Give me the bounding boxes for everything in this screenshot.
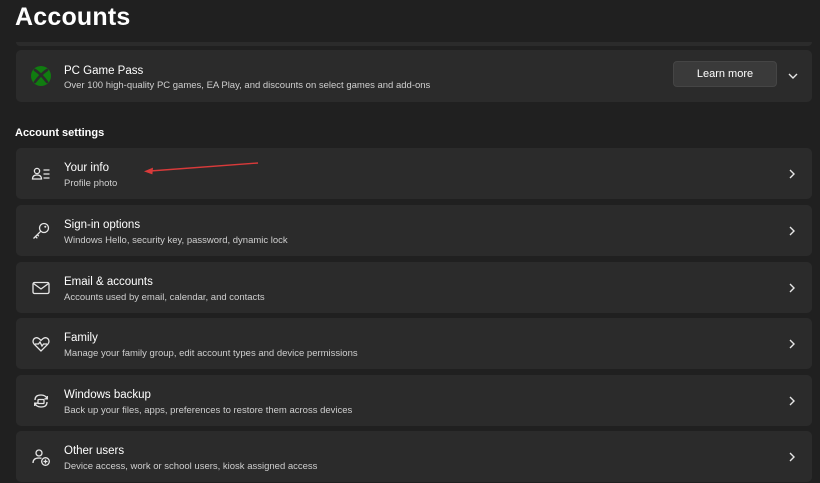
backup-icon (29, 389, 53, 413)
other-users-title: Other users (64, 445, 125, 457)
settings-item-your-info[interactable]: Your info Profile photo (16, 148, 812, 199)
chevron-down-icon[interactable] (787, 70, 799, 82)
chevron-right-icon (786, 451, 798, 463)
page-title: Accounts (15, 3, 131, 31)
email-accounts-title: Email & accounts (64, 276, 153, 288)
person-list-icon (29, 162, 53, 186)
learn-more-button[interactable]: Learn more (673, 61, 777, 87)
section-header-account-settings: Account settings (15, 127, 105, 139)
your-info-title: Your info (64, 162, 109, 174)
add-user-icon (29, 445, 53, 469)
game-pass-card[interactable]: PC Game Pass Over 100 high-quality PC ga… (16, 50, 812, 102)
mail-icon (29, 276, 53, 300)
sign-in-options-subtitle: Windows Hello, security key, password, d… (64, 235, 288, 246)
windows-backup-title: Windows backup (64, 389, 151, 401)
other-users-subtitle: Device access, work or school users, kio… (64, 461, 318, 472)
windows-backup-subtitle: Back up your files, apps, preferences to… (64, 405, 353, 416)
chevron-right-icon (786, 225, 798, 237)
family-subtitle: Manage your family group, edit account t… (64, 348, 358, 359)
game-pass-title: PC Game Pass (64, 65, 144, 77)
sign-in-options-title: Sign-in options (64, 219, 141, 231)
previous-card-edge (16, 42, 812, 46)
family-title: Family (64, 332, 98, 344)
settings-item-windows-backup[interactable]: Windows backup Back up your files, apps,… (16, 375, 812, 426)
chevron-right-icon (786, 168, 798, 180)
settings-item-family[interactable]: Family Manage your family group, edit ac… (16, 318, 812, 369)
key-icon (29, 219, 53, 243)
settings-item-email-accounts[interactable]: Email & accounts Accounts used by email,… (16, 262, 812, 313)
heart-icon (29, 332, 53, 356)
your-info-subtitle: Profile photo (64, 178, 118, 189)
settings-item-other-users[interactable]: Other users Device access, work or schoo… (16, 431, 812, 482)
chevron-right-icon (786, 338, 798, 350)
game-pass-subtitle: Over 100 high-quality PC games, EA Play,… (64, 80, 431, 91)
chevron-right-icon (786, 395, 798, 407)
chevron-right-icon (786, 282, 798, 294)
xbox-icon (29, 64, 53, 88)
settings-item-sign-in-options[interactable]: Sign-in options Windows Hello, security … (16, 205, 812, 256)
email-accounts-subtitle: Accounts used by email, calendar, and co… (64, 292, 265, 303)
